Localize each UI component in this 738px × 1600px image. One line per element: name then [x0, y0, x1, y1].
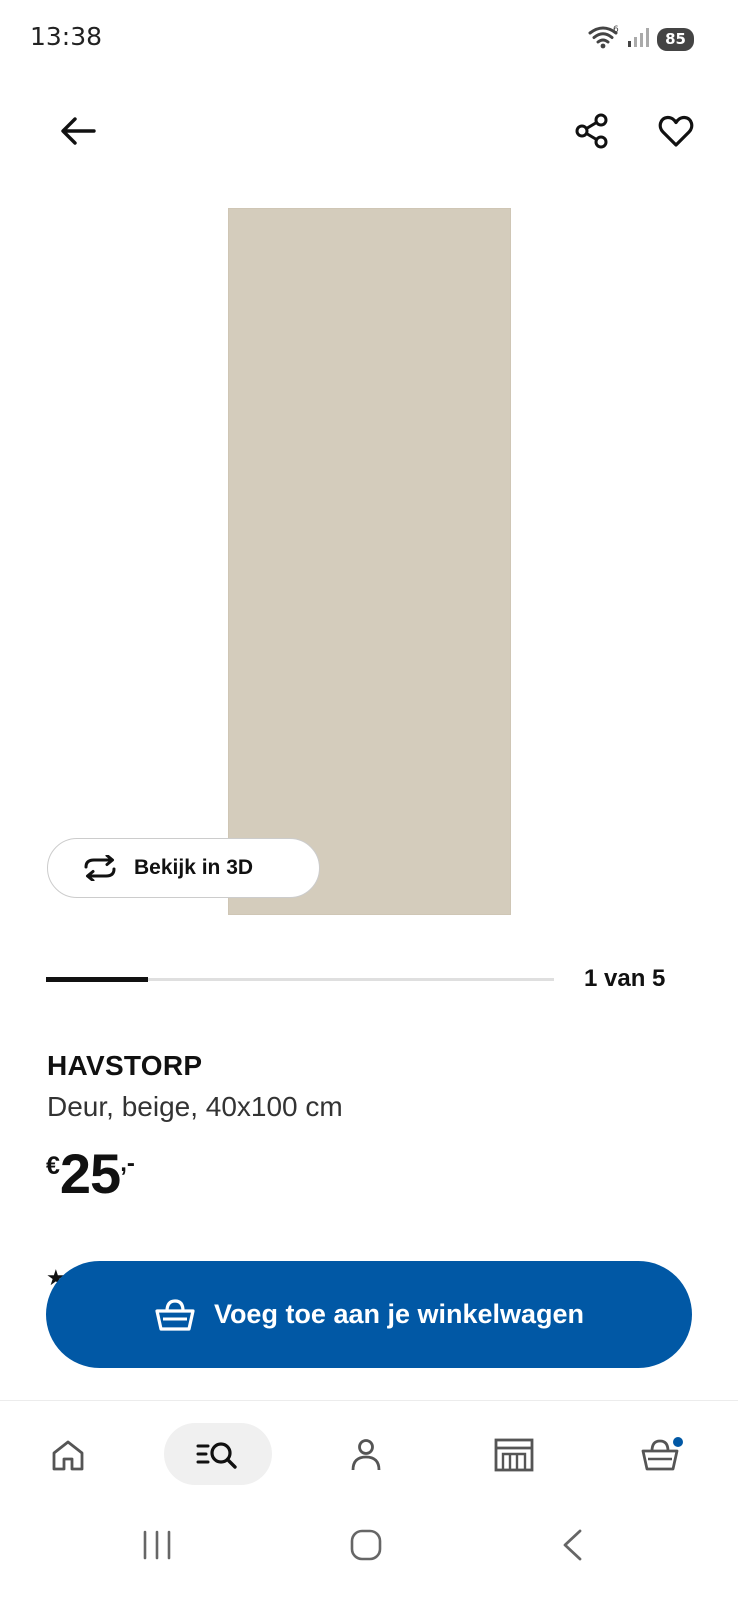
account-icon: [351, 1439, 381, 1471]
share-icon: [575, 113, 608, 149]
back-system-icon: [563, 1529, 582, 1561]
status-icons: 6 85: [587, 24, 694, 54]
nav-account[interactable]: [336, 1425, 396, 1485]
product-description: Deur, beige, 40x100 cm: [47, 1091, 343, 1122]
product-name: HAVSTORP: [47, 1050, 203, 1081]
bottom-navigation: [0, 1400, 738, 1509]
price-amount: 25: [59, 1142, 121, 1205]
nav-store[interactable]: [484, 1425, 544, 1485]
signal-icon: [627, 26, 651, 52]
add-to-cart-button[interactable]: Voeg toe aan je winkelwagen: [46, 1261, 692, 1368]
back-system-button[interactable]: [560, 1528, 584, 1566]
cart-badge: [673, 1437, 683, 1447]
back-button[interactable]: [50, 103, 106, 159]
cart-icon: [641, 1437, 683, 1471]
carousel-page-counter: 1 van 5: [584, 965, 666, 992]
back-arrow-icon: [61, 117, 96, 145]
nav-search[interactable]: [188, 1425, 248, 1485]
favorite-button[interactable]: [648, 103, 704, 159]
battery-icon: 85: [657, 27, 694, 51]
search-icon: [196, 1442, 237, 1469]
view-in-3d-button[interactable]: Bekijk in 3D: [47, 838, 320, 898]
home-system-icon: [350, 1529, 382, 1561]
product-price: € 25 ,-: [46, 1144, 135, 1204]
svg-text:6: 6: [613, 25, 619, 35]
carousel-progress-fill: [46, 977, 148, 982]
home-icon: [52, 1440, 84, 1471]
recent-apps-button[interactable]: [140, 1530, 174, 1564]
nav-cart[interactable]: [632, 1425, 692, 1485]
share-button[interactable]: [564, 103, 620, 159]
status-time: 13:38: [30, 22, 103, 51]
recent-apps-icon: [143, 1530, 171, 1560]
view-in-3d-label: Bekijk in 3D: [134, 856, 254, 879]
rotate-3d-icon: [84, 855, 116, 881]
price-currency: €: [46, 1152, 60, 1180]
nav-home[interactable]: [38, 1425, 98, 1485]
add-to-cart-label: Voeg toe aan je winkelwagen: [213, 1299, 585, 1329]
basket-icon: [155, 1298, 195, 1331]
product-image[interactable]: [228, 208, 511, 915]
price-suffix: ,-: [120, 1150, 135, 1177]
wifi-icon: 6: [587, 24, 621, 54]
heart-icon: [658, 115, 694, 147]
store-icon: [494, 1438, 534, 1472]
system-navigation-bar: [0, 1508, 738, 1600]
home-system-button[interactable]: [349, 1528, 383, 1566]
